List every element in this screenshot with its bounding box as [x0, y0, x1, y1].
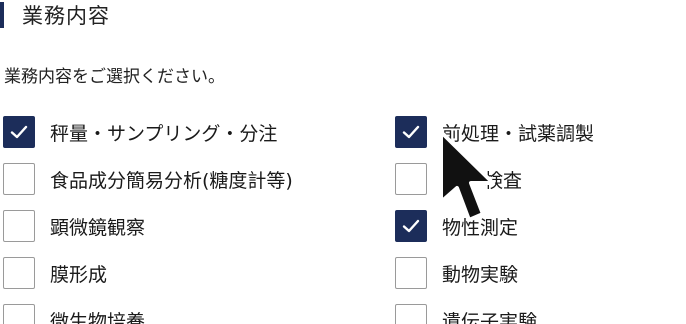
option-item[interactable]: 物性測定: [395, 208, 518, 244]
option-label: 顕微鏡観察: [50, 216, 146, 239]
option-label: 物性測定: [442, 216, 519, 239]
option-item[interactable]: 微生物培養: [3, 302, 145, 324]
option-label: 秤量・サンプリング・分注: [50, 122, 278, 145]
checkbox[interactable]: [395, 116, 427, 148]
option-item[interactable]: 前処理・試薬調製: [395, 114, 594, 150]
instruction-text: 業務内容をご選択ください。: [4, 67, 225, 87]
option-item[interactable]: 膜形成: [3, 255, 107, 291]
checkbox[interactable]: [3, 304, 35, 324]
option-label: 膜形成: [50, 263, 108, 286]
option-label: 検査: [484, 169, 523, 192]
checkmark-icon: [10, 125, 28, 139]
option-item[interactable]: 秤量・サンプリング・分注: [3, 114, 277, 150]
section-accent-bar: [0, 2, 4, 28]
checkmark-icon: [402, 125, 420, 139]
section-header: 業務内容: [0, 0, 110, 30]
option-item[interactable]: 遺伝子実験: [395, 302, 537, 324]
checkbox[interactable]: [3, 210, 35, 242]
option-label: 微生物培養: [50, 310, 146, 324]
option-item[interactable]: 顕微鏡観察: [3, 208, 145, 244]
checkbox[interactable]: [395, 304, 427, 324]
checkbox[interactable]: [395, 257, 427, 289]
option-item[interactable]: 動物実験: [395, 255, 518, 291]
option-item[interactable]: 食品成分簡易分析(糖度計等): [3, 161, 293, 197]
checkbox[interactable]: [395, 210, 427, 242]
option-label: 遺伝子実験: [442, 310, 538, 324]
option-label: 食品成分簡易分析(糖度計等): [50, 169, 293, 192]
option-item[interactable]: 検査: [395, 161, 522, 197]
page: 業務内容 業務内容をご選択ください。 秤量・サンプリング・分注 前処理・試薬調製: [0, 0, 686, 324]
checkbox[interactable]: [3, 116, 35, 148]
checkbox[interactable]: [3, 257, 35, 289]
checkmark-icon: [402, 219, 420, 233]
checkbox[interactable]: [3, 163, 35, 195]
section-title: 業務内容: [22, 4, 110, 28]
option-label: 動物実験: [442, 263, 519, 286]
checkbox[interactable]: [395, 163, 427, 195]
option-label: 前処理・試薬調製: [442, 122, 595, 145]
